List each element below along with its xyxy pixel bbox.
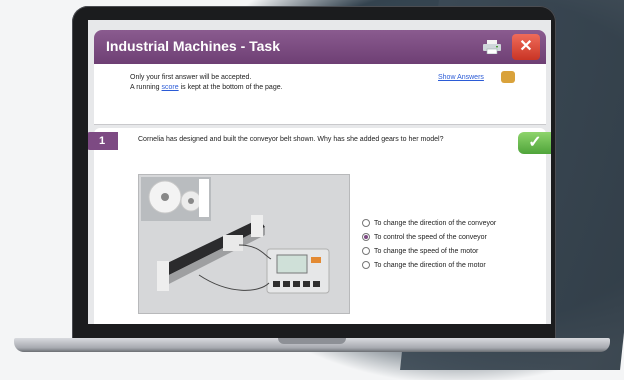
question-number: 1 xyxy=(88,132,118,150)
close-button[interactable]: ✕ xyxy=(512,34,540,60)
info-score-prefix: A running xyxy=(130,84,162,91)
answer-option[interactable]: To control the speed of the conveyor xyxy=(362,230,496,244)
answer-options: To change the direction of the conveyor … xyxy=(362,216,496,272)
show-answers-icon[interactable] xyxy=(501,71,515,83)
radio-button[interactable] xyxy=(362,261,370,269)
window-titlebar: Industrial Machines - Task ✕ xyxy=(94,30,546,64)
answer-option[interactable]: To change the direction of the motor xyxy=(362,258,496,272)
conveyor-photo xyxy=(138,174,350,314)
printer-icon[interactable] xyxy=(482,40,502,55)
conveyor-illustration xyxy=(139,175,349,313)
show-answers-link[interactable]: Show Answers xyxy=(438,74,484,81)
window-title: Industrial Machines - Task xyxy=(106,38,281,54)
score-link[interactable]: score xyxy=(162,84,179,91)
answer-option-label: To control the speed of the conveyor xyxy=(374,233,487,241)
answer-option-label: To change the direction of the motor xyxy=(374,261,486,269)
radio-button-selected[interactable] xyxy=(362,233,370,241)
laptop-notch xyxy=(278,338,346,344)
info-panel: Only your first answer will be accepted.… xyxy=(94,64,546,125)
laptop-screen: Industrial Machines - Task ✕ Only your f… xyxy=(88,20,551,324)
question-text: Cornelia has designed and built the conv… xyxy=(138,136,444,143)
radio-button[interactable] xyxy=(362,247,370,255)
info-score-suffix: is kept at the bottom of the page. xyxy=(178,84,283,91)
answer-option-label: To change the direction of the conveyor xyxy=(374,219,497,227)
radio-button[interactable] xyxy=(362,219,370,227)
answer-option[interactable]: To change the direction of the conveyor xyxy=(362,216,496,230)
info-first-answer: Only your first answer will be accepted. xyxy=(130,74,252,81)
question-panel: 1 Cornelia has designed and built the co… xyxy=(88,128,551,324)
answer-option[interactable]: To change the speed of the motor xyxy=(362,244,496,258)
info-score-line: A running score is kept at the bottom of… xyxy=(130,84,283,91)
check-answer-button[interactable]: ✓ xyxy=(518,132,551,154)
answer-option-label: To change the speed of the motor xyxy=(374,247,479,255)
